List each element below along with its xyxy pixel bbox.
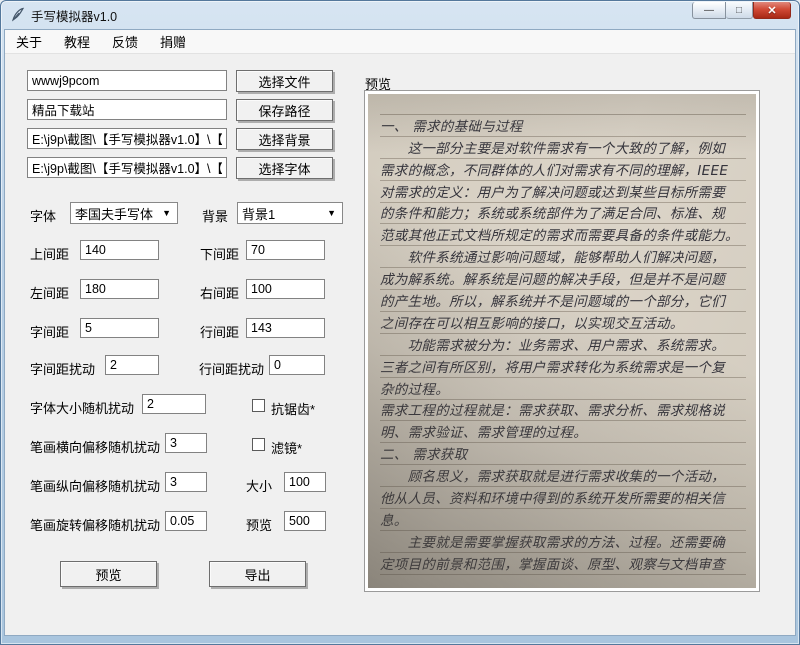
preview-image-frame: 一、 需求的基础与过程 这一部分主要是对软件需求有一个大致的了解，例如 需求的概… (364, 90, 760, 592)
save-path-input[interactable] (27, 99, 227, 120)
background-combobox[interactable]: 背景1 ▼ (237, 202, 343, 224)
menu-about[interactable]: 关于 (9, 29, 49, 54)
chevron-down-icon: ▼ (327, 208, 336, 218)
char-spacing-label: 字间距 (30, 325, 70, 340)
bottom-spacing-input[interactable] (246, 240, 325, 260)
font-combobox[interactable]: 李国夫手写体 ▼ (70, 202, 178, 224)
stroke-rot-jitter-input[interactable] (165, 511, 207, 531)
font-combobox-value: 李国夫手写体 (75, 206, 154, 222)
stroke-v-jitter-input[interactable] (165, 472, 207, 492)
background-label: 背景 (202, 209, 229, 224)
bottom-spacing-label: 下间距 (200, 247, 240, 262)
background-combobox-value: 背景1 (242, 206, 276, 222)
char-spacing-input[interactable] (80, 318, 159, 338)
handwriting-preview-image: 一、 需求的基础与过程 这一部分主要是对软件需求有一个大致的了解，例如 需求的概… (368, 94, 756, 588)
source-file-input[interactable] (27, 70, 227, 91)
export-button[interactable]: 导出 (209, 561, 306, 587)
close-button[interactable]: ✕ (753, 2, 791, 19)
char-jitter-label: 字间距扰动 (30, 362, 96, 377)
maximize-button[interactable]: □ (726, 2, 753, 19)
right-spacing-input[interactable] (246, 279, 325, 299)
line-jitter-input[interactable] (269, 355, 325, 375)
preview-count-input[interactable] (284, 511, 326, 531)
filter-checkbox[interactable] (252, 438, 265, 451)
font-size-jitter-input[interactable] (142, 394, 206, 414)
stroke-v-jitter-label: 笔画纵向偏移随机扰动 (30, 479, 161, 494)
font-path-input[interactable] (27, 157, 227, 178)
window-controls: — □ ✕ (692, 2, 791, 19)
menu-bar: 关于 教程 反馈 捐赠 (5, 30, 795, 54)
size-input[interactable] (284, 472, 326, 492)
font-size-jitter-label: 字体大小随机扰动 (30, 401, 135, 416)
antialias-label: 抗锯齿* (271, 402, 316, 417)
client-area: 关于 教程 反馈 捐赠 选择文件 保存路径 选择背景 选择字体 字体 李国夫手写… (4, 29, 796, 636)
minimize-button[interactable]: — (692, 2, 726, 19)
char-jitter-input[interactable] (105, 355, 159, 375)
paper-shadow-overlay (368, 94, 756, 588)
top-spacing-label: 上间距 (30, 247, 70, 262)
menu-tutorial[interactable]: 教程 (57, 29, 97, 54)
close-icon: ✕ (767, 4, 777, 17)
stroke-h-jitter-label: 笔画横向偏移随机扰动 (30, 440, 161, 455)
stroke-rot-jitter-label: 笔画旋转偏移随机扰动 (30, 518, 161, 533)
left-spacing-input[interactable] (80, 279, 159, 299)
window-title: 手写模拟器v1.0 (31, 9, 118, 24)
line-jitter-label: 行间距扰动 (199, 362, 265, 377)
save-path-button[interactable]: 保存路径 (236, 99, 333, 121)
select-background-button[interactable]: 选择背景 (236, 128, 333, 150)
size-label: 大小 (246, 479, 273, 494)
top-spacing-input[interactable] (80, 240, 159, 260)
line-spacing-label: 行间距 (200, 325, 240, 340)
menu-feedback[interactable]: 反馈 (105, 29, 145, 54)
stroke-h-jitter-input[interactable] (165, 433, 207, 453)
menu-donate[interactable]: 捐赠 (153, 29, 193, 54)
titlebar[interactable]: 手写模拟器v1.0 — □ ✕ (1, 1, 799, 29)
minimize-icon: — (704, 4, 714, 16)
maximize-icon: □ (735, 4, 743, 16)
preview-count-label: 预览 (246, 518, 273, 533)
antialias-checkbox[interactable] (252, 399, 265, 412)
select-font-button[interactable]: 选择字体 (236, 157, 333, 179)
app-icon-feather (11, 7, 25, 22)
right-spacing-label: 右间距 (200, 286, 240, 301)
filter-label: 滤镜* (271, 441, 303, 456)
line-spacing-input[interactable] (246, 318, 325, 338)
chevron-down-icon: ▼ (162, 208, 171, 218)
app-window: 手写模拟器v1.0 — □ ✕ 关于 教程 反馈 捐赠 选择文件 保存路径 选择… (0, 0, 800, 645)
left-spacing-label: 左间距 (30, 286, 70, 301)
select-file-button[interactable]: 选择文件 (236, 70, 333, 92)
font-label: 字体 (30, 209, 57, 224)
background-path-input[interactable] (27, 128, 227, 149)
preview-button[interactable]: 预览 (60, 561, 157, 587)
